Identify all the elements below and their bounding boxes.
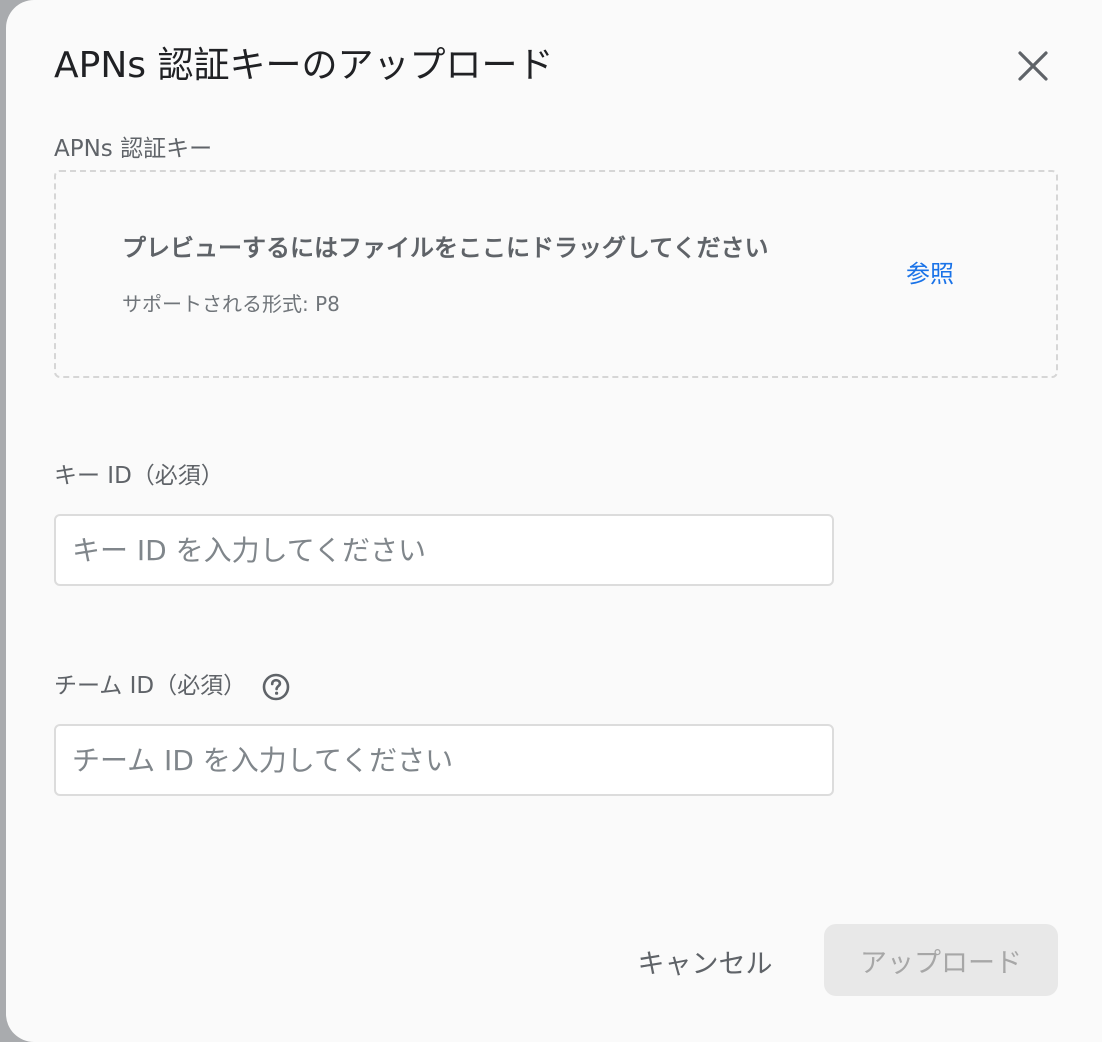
browse-link[interactable]: 参照 [906, 258, 954, 290]
apns-key-label: APNs 認証キー [54, 136, 213, 162]
supported-formats: サポートされる形式: P8 [122, 292, 340, 316]
team-id-input[interactable] [54, 724, 834, 796]
key-id-label: キー ID（必須） [54, 463, 224, 489]
cancel-button[interactable]: キャンセル [616, 926, 794, 996]
team-id-label: チーム ID（必須） [54, 673, 247, 699]
key-id-input[interactable] [54, 514, 834, 586]
file-drop-zone[interactable]: プレビューするにはファイルをここにドラッグしてください サポートされる形式: P… [54, 170, 1058, 378]
team-id-label-row: チーム ID（必須） [54, 671, 290, 701]
dialog-title: APNs 認証キーのアップロード [54, 45, 554, 86]
close-icon [1018, 51, 1048, 81]
close-button[interactable] [1011, 44, 1055, 88]
apns-upload-dialog: APNs 認証キーのアップロード APNs 認証キー プレビューするにはファイル… [6, 0, 1102, 1042]
help-circle-icon [262, 673, 290, 700]
drop-instructions: プレビューするにはファイルをここにドラッグしてください [122, 234, 769, 262]
upload-button[interactable]: アップロード [824, 924, 1058, 996]
help-icon[interactable] [262, 673, 290, 701]
